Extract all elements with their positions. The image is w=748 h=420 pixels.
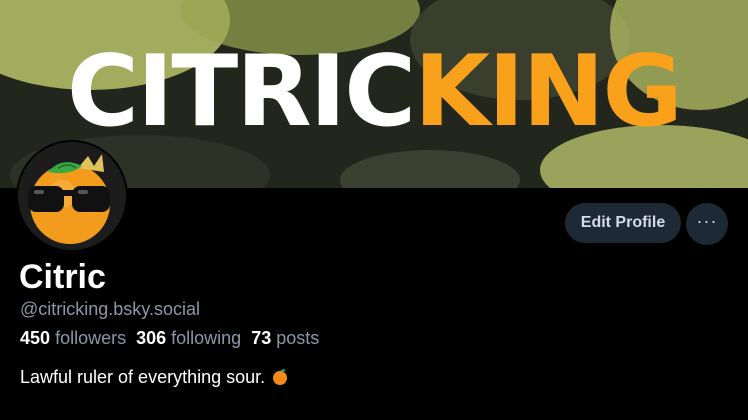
posts-label: posts [276, 328, 320, 348]
followers-count: 450 [20, 328, 51, 348]
avatar[interactable] [16, 140, 128, 252]
following-stat[interactable]: 306 following [136, 327, 241, 349]
followers-label: followers [55, 328, 127, 348]
banner-title-part2: KING [414, 35, 683, 149]
posts-count: 73 [251, 328, 272, 348]
more-options-button[interactable]: ··· [686, 203, 728, 245]
following-count: 306 [136, 328, 167, 348]
bio-text: Lawful ruler of everything sour. [20, 367, 266, 387]
profile-bio: Lawful ruler of everything sour. [20, 366, 289, 388]
orange-emoji-icon [273, 369, 288, 385]
following-label: following [171, 328, 242, 348]
banner-title-part1: CITRIC [67, 35, 416, 149]
profile-stats: 450 followers 306 following 73 posts [20, 327, 319, 349]
followers-stat[interactable]: 450 followers [20, 327, 126, 349]
more-options-icon: ··· [696, 211, 718, 231]
orange-with-sunglasses-and-crown-icon [18, 142, 126, 250]
edit-profile-button[interactable]: Edit Profile [565, 203, 681, 243]
banner-title: CITRICKING [0, 32, 748, 152]
posts-stat: 73 posts [251, 327, 319, 349]
display-name: Citric [19, 258, 106, 296]
profile-handle: @citricking.bsky.social [20, 299, 200, 319]
